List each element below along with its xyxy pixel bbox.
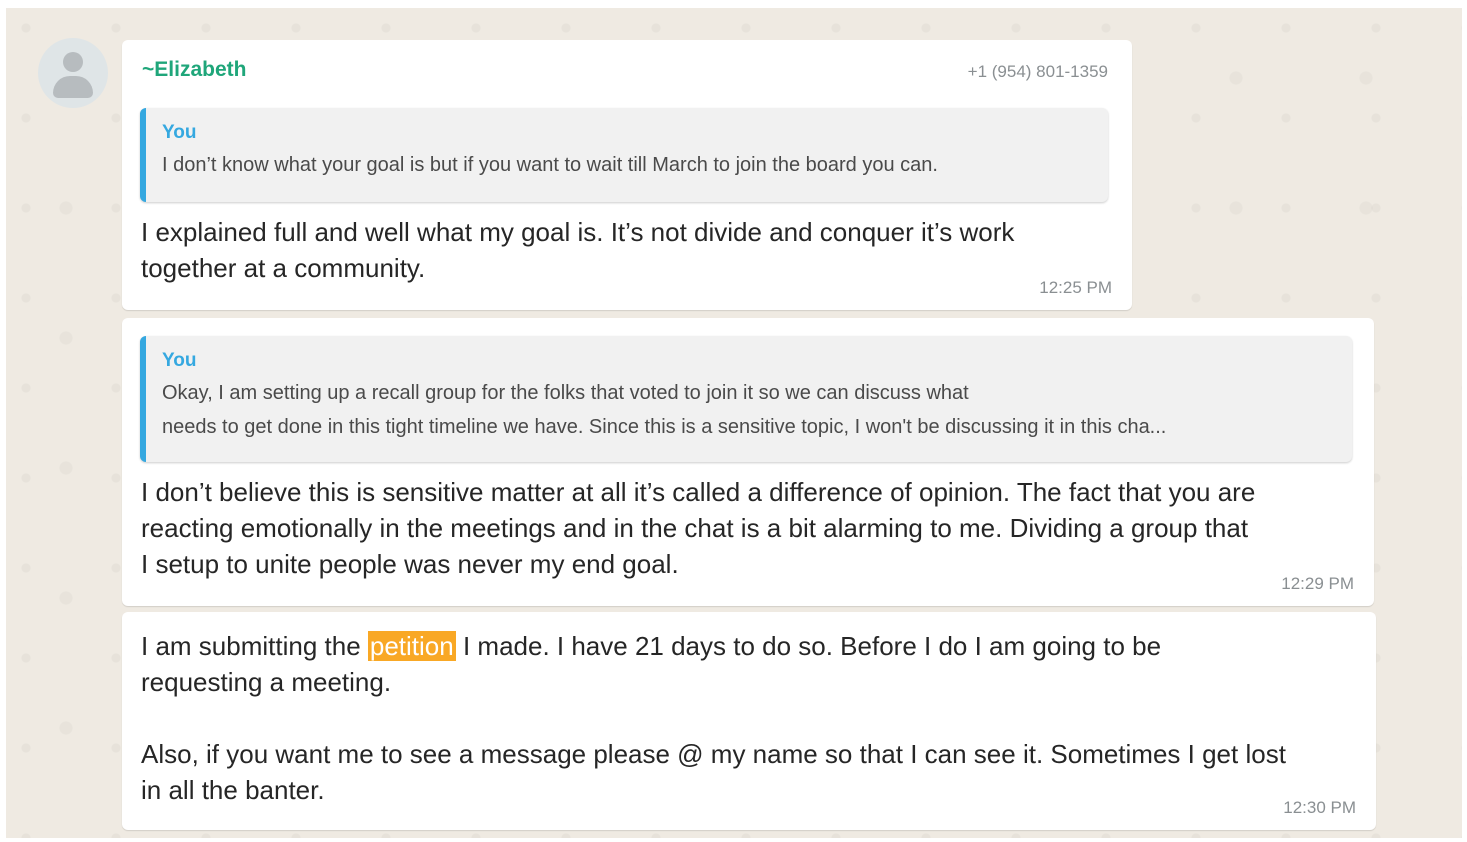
sender-phone: +1 (954) 801-1359 <box>967 62 1108 81</box>
quoted-message[interactable]: You Okay, I am setting up a recall group… <box>140 336 1352 462</box>
quoted-author: You <box>162 350 197 371</box>
quoted-message[interactable]: You I don’t know what your goal is but i… <box>140 108 1108 202</box>
sender-name[interactable]: ~Elizabeth <box>142 58 246 82</box>
message-bubble[interactable]: I am submitting the petition I made. I h… <box>122 612 1376 830</box>
search-highlight: petition <box>367 631 456 661</box>
message-bubble[interactable]: ~Elizabeth +1 (954) 801-1359 You I don’t… <box>122 40 1132 310</box>
quoted-author: You <box>162 122 197 143</box>
message-time: 12:29 PM <box>1281 574 1354 593</box>
avatar-icon[interactable] <box>38 38 108 108</box>
message-text: I am submitting the petition I made. I h… <box>141 628 1356 808</box>
avatar-body-shape <box>53 76 93 98</box>
message-time: 12:30 PM <box>1283 798 1356 817</box>
message-text-start: I am submitting the <box>141 631 368 661</box>
message-bubble[interactable]: You Okay, I am setting up a recall group… <box>122 318 1374 606</box>
chat-background: ~Elizabeth +1 (954) 801-1359 You I don’t… <box>6 8 1462 838</box>
quoted-text: Okay, I am setting up a recall group for… <box>162 382 1167 438</box>
message-text: I explained full and well what my goal i… <box>141 217 1015 283</box>
message-time: 12:25 PM <box>1039 278 1112 297</box>
quoted-text: I don’t know what your goal is but if yo… <box>162 154 938 176</box>
avatar-head-shape <box>63 52 83 72</box>
message-text: I don’t believe this is sensitive matter… <box>141 477 1256 579</box>
